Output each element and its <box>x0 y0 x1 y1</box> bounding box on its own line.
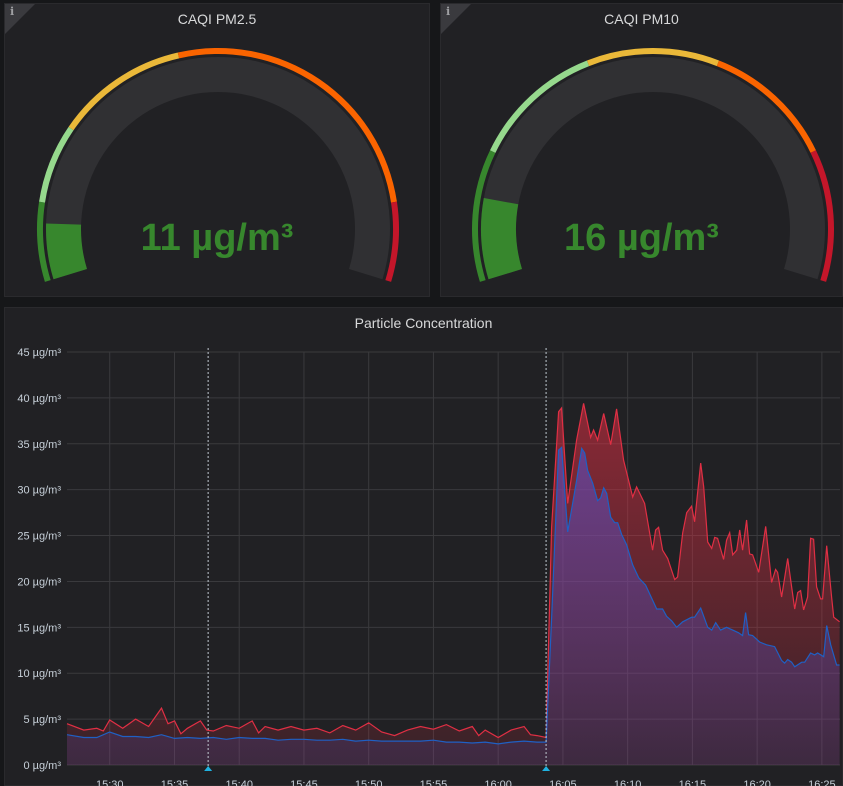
gauge-value: 16 µg/m³ <box>564 217 719 259</box>
gauge-panel-pm10: i CAQI PM10 16 µg/m³ <box>440 3 843 297</box>
panel-title[interactable]: Particle Concentration <box>5 315 842 331</box>
gauge-panel-pm25: i CAQI PM2.5 11 µg/m³ <box>4 3 430 297</box>
chart-panel: Particle Concentration <box>4 307 843 786</box>
gauge-value: 11 µg/m³ <box>140 217 294 259</box>
